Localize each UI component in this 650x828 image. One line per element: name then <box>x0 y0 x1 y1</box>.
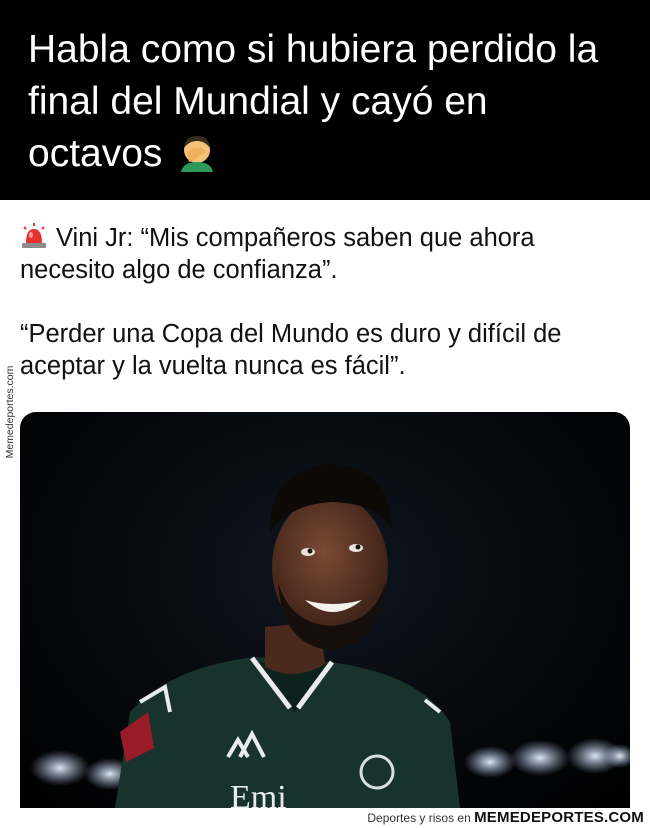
caption-bar: Habla como si hubiera perdido la final d… <box>0 0 650 200</box>
side-watermark-text: Memedeportes.com <box>4 365 16 459</box>
tweet-body: Vini Jr: “Mis compañeros saben que ahora… <box>0 200 650 412</box>
svg-text:Emi: Emi <box>230 779 287 808</box>
tweet-line-1: Vini Jr: “Mis compañeros saben que ahora… <box>20 224 535 284</box>
footer-prefix: Deportes y risos en <box>367 811 471 825</box>
police-siren-icon <box>20 223 48 249</box>
side-watermark: Memedeportes.com <box>0 352 20 472</box>
caption-text: Habla como si hubiera perdido la final d… <box>28 28 599 175</box>
man-facepalming-icon <box>177 132 217 172</box>
stadium-light <box>464 746 516 778</box>
player-photo: Emi <box>20 412 630 808</box>
stadium-light <box>510 740 570 776</box>
tweet-line-2: “Perder una Copa del Mundo es duro y dif… <box>20 320 562 380</box>
stadium-light <box>30 750 90 786</box>
footer-brand: MEMEDEPORTES.COM <box>474 809 644 826</box>
footer-watermark: Deportes y risos en MEMEDEPORTES.COM <box>0 808 650 828</box>
